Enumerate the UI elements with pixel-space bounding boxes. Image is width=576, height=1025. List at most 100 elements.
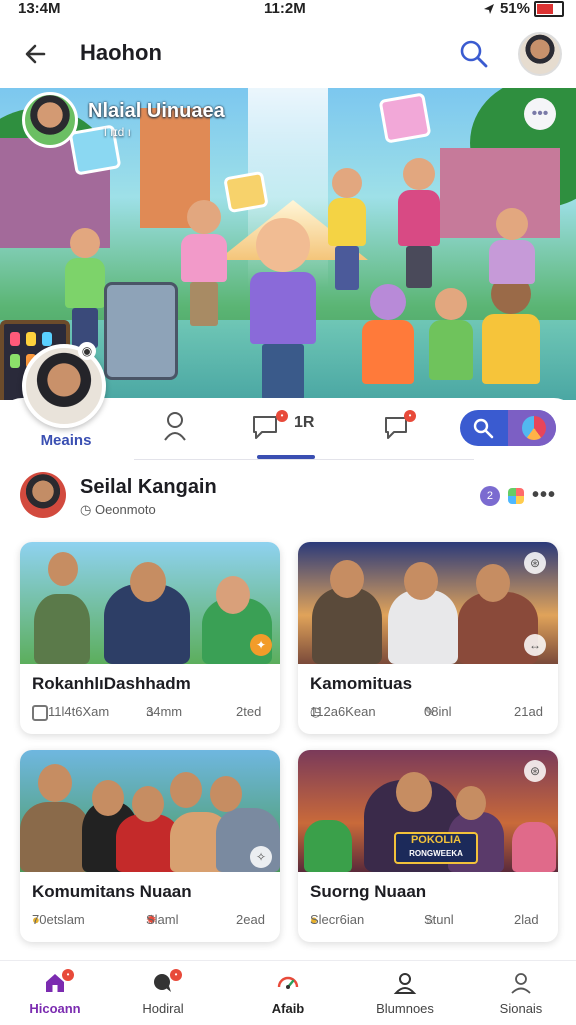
- card-title: RokanhlıDashhadm: [32, 674, 191, 693]
- tab-people[interactable]: [150, 410, 200, 460]
- tab-messages[interactable]: •: [246, 410, 292, 460]
- community-header[interactable]: Seilal Kangain ◷ Oeonmoto 2 •••: [20, 470, 556, 526]
- community-avatar[interactable]: [20, 472, 66, 518]
- child-figure: [176, 200, 232, 340]
- child-head: [256, 218, 310, 272]
- search-toggle[interactable]: [460, 410, 556, 446]
- community-card[interactable]: POKOLIA RONGWEEKA ⊛ Suorng Nuaan ● Slecr…: [298, 750, 558, 942]
- person-head: [476, 564, 510, 602]
- child-body: [65, 258, 105, 308]
- card-meta: ● Slecr6ian ☆ Stunl 2lad: [310, 912, 546, 932]
- stat-two-text: Slaml: [146, 912, 179, 927]
- notification-badge: •: [404, 410, 416, 422]
- nav-settings-label: Sionais: [499, 1001, 543, 1016]
- person-head: [210, 776, 242, 812]
- community-card[interactable]: ✦ RokanhlıDashhadm 11l4t6Xam ⌂ 34mm 2ted: [20, 542, 280, 734]
- search-icon[interactable]: [456, 36, 492, 72]
- card-image: ⊛ ↔: [298, 542, 558, 664]
- community-card[interactable]: ✧ Komumitans Nuaan ● 70etslam ✹ Slaml 2e…: [20, 750, 280, 942]
- notification-badge: •: [62, 969, 74, 981]
- members-chip-icon[interactable]: 2: [479, 485, 500, 506]
- tab-members-label: Meains: [40, 432, 92, 449]
- community-name: Seilal Kangain: [80, 476, 217, 498]
- person-figure: [312, 588, 382, 664]
- stat-three-text: 2ead: [236, 912, 265, 927]
- person-head: [456, 786, 486, 820]
- child-figure: [244, 218, 322, 400]
- person-head: [170, 772, 202, 808]
- search-icon: [473, 418, 494, 439]
- nav-settings[interactable]: Sionais: [466, 969, 576, 1021]
- community-meta-text: Oeonmoto: [94, 502, 156, 517]
- community-meta: ◷ Oeonmoto: [80, 502, 156, 518]
- nav-activity[interactable]: Afaib: [233, 969, 343, 1021]
- card-meta: ◷ 112a6Kean ✎ 08inl 21ad: [310, 704, 546, 724]
- child-head: [370, 284, 406, 320]
- dots-icon: •••: [531, 105, 549, 122]
- card-title: Suorng Nuaan: [310, 882, 427, 901]
- child-legs: [335, 246, 359, 290]
- person-figure: [388, 590, 458, 664]
- apps-icon[interactable]: [507, 487, 524, 504]
- stat-two-text: Stunl: [424, 912, 454, 927]
- poster-sign: POKOLIA RONGWEEKA: [394, 832, 478, 864]
- community-card[interactable]: ⊛ ↔ Kamomituas ◷ 112a6Kean ✎ 08inl 21ad: [298, 542, 558, 734]
- color-toggle[interactable]: [508, 410, 556, 446]
- group-avatar[interactable]: [22, 92, 78, 148]
- nav-chat[interactable]: • Hodiral: [108, 969, 218, 1021]
- person-head: [216, 576, 250, 614]
- child-body: [181, 234, 227, 282]
- nav-home-label: Hicoann: [29, 1001, 81, 1016]
- people-icon: [164, 412, 186, 441]
- nav-activity-label: Afaib: [271, 1001, 305, 1016]
- tab-count: 1R: [294, 414, 315, 431]
- child-figure: [394, 158, 444, 298]
- tab-members[interactable]: Meains: [26, 410, 106, 460]
- hero-menu-button[interactable]: •••: [524, 98, 556, 130]
- screen-pixel: [26, 332, 36, 346]
- nav-home[interactable]: • Hicoann: [0, 969, 110, 1021]
- page-title: Haohon: [80, 40, 162, 65]
- stat-one-text: 11l4t6Xam: [48, 704, 110, 719]
- sparkle-icon: ✧: [250, 846, 272, 868]
- app-bar: Haohon: [0, 22, 576, 86]
- child-legs: [190, 282, 218, 326]
- card-meta: ● 70etslam ✹ Slaml 2ead: [32, 912, 268, 932]
- nav-chat-label: Hodiral: [142, 1001, 184, 1016]
- person-head: [404, 562, 438, 600]
- camera-icon[interactable]: ◉: [78, 342, 96, 360]
- group-name: Nlaial Uinuaea: [88, 100, 225, 122]
- more-icon[interactable]: •••: [532, 484, 556, 507]
- child-body: [482, 314, 540, 384]
- location-icon: [483, 3, 494, 14]
- nav-profile[interactable]: Blumnoes: [350, 969, 460, 1021]
- screen-pixel: [42, 332, 52, 346]
- child-head: [70, 228, 100, 258]
- calendar-icon: [32, 704, 48, 721]
- back-arrow-icon[interactable]: [18, 36, 54, 72]
- person-head: [130, 562, 166, 602]
- child-body: [429, 320, 473, 380]
- battery-percent: 51%: [499, 0, 530, 17]
- status-time-left: 13:4M: [18, 0, 61, 17]
- share-icon[interactable]: ⊛: [524, 760, 546, 782]
- person-figure: [458, 592, 538, 664]
- stat-two-text: 08inl: [424, 704, 452, 719]
- child-figure: [484, 208, 540, 288]
- child-figure: [60, 228, 110, 358]
- share-icon[interactable]: ⊛: [524, 552, 546, 574]
- user-avatar[interactable]: [518, 32, 562, 76]
- child-body: [362, 320, 414, 384]
- child-figure: [324, 168, 370, 298]
- tab-alerts[interactable]: •: [376, 410, 416, 460]
- tab-divider: [134, 459, 474, 460]
- stat-one-text: Slecr6ian: [310, 912, 365, 927]
- poster-subtitle: RONGWEEKA: [409, 849, 463, 858]
- expand-icon[interactable]: ↔: [524, 634, 546, 656]
- child-head: [187, 200, 221, 234]
- notification-badge: •: [170, 969, 182, 981]
- child-figure: [478, 274, 544, 400]
- card-image: ✧: [20, 750, 280, 872]
- card-title: Komumitans Nuaan: [32, 882, 192, 901]
- group-subtitle: l ıɪd ı: [104, 125, 131, 139]
